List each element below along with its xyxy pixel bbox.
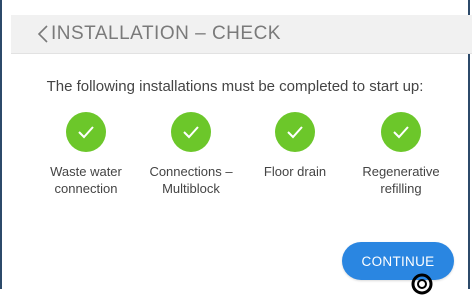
check-icon xyxy=(381,112,421,152)
instructions-text: The following installations must be comp… xyxy=(46,78,424,95)
checklist-item-label: Regenerative refilling xyxy=(362,164,440,196)
touch-cursor-icon xyxy=(411,273,433,295)
continue-button[interactable]: CONTINUE xyxy=(342,242,454,280)
checklist-item-label: Floor drain xyxy=(263,164,327,179)
checklist-item-label: Waste water connection xyxy=(50,164,122,196)
page-title: INSTALLATION – CHECK xyxy=(51,23,281,44)
check-icon xyxy=(66,112,106,152)
installation-checklist: Waste water connection Connections – Mul… xyxy=(2,112,468,212)
back-button[interactable] xyxy=(33,21,53,47)
checklist-item-regenerative-refilling: Regenerative refilling xyxy=(346,112,456,197)
checklist-item-label: Connections – Multiblock xyxy=(149,164,233,196)
app-frame: INSTALLATION – CHECK The following insta… xyxy=(0,0,472,289)
checklist-item-waste-water: Waste water connection xyxy=(31,112,141,197)
header-bar: INSTALLATION – CHECK xyxy=(11,15,472,54)
checklist-item-connections: Connections – Multiblock xyxy=(136,112,246,197)
checklist-item-floor-drain: Floor drain xyxy=(240,112,350,180)
check-icon xyxy=(275,112,315,152)
check-icon xyxy=(171,112,211,152)
chevron-left-icon xyxy=(33,24,53,44)
